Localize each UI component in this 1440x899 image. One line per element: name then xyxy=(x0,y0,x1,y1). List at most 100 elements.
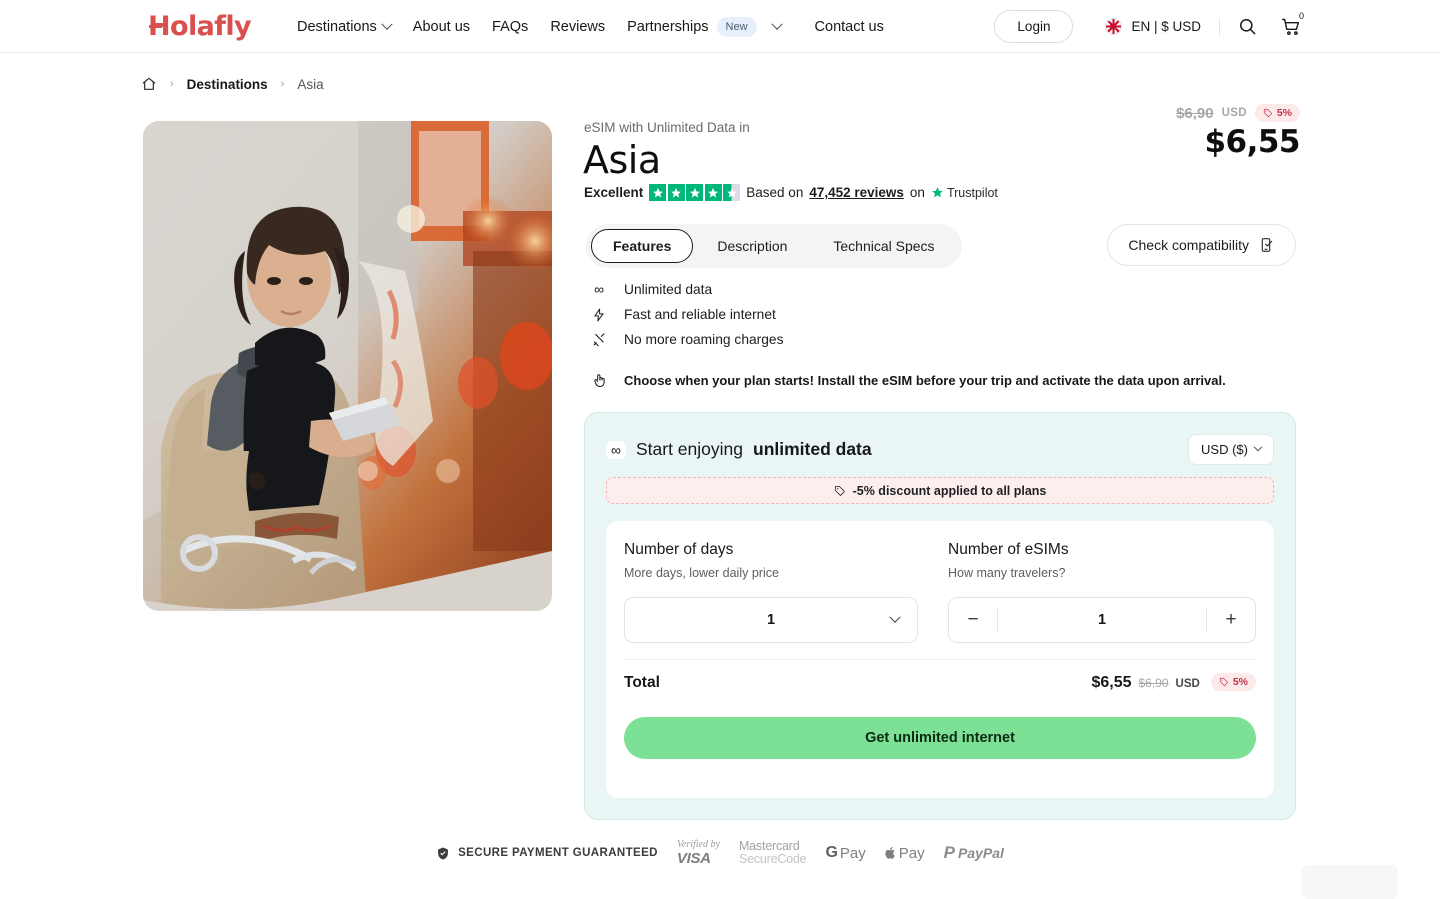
esims-increment-button[interactable]: + xyxy=(1207,598,1255,642)
price-block: $6,90 USD 5% $6,55 xyxy=(1176,104,1300,160)
hero-illustration xyxy=(143,121,552,609)
nav-label: Partnerships xyxy=(627,18,709,35)
paypal-p-letter: P xyxy=(943,843,955,863)
nav-item-reviews[interactable]: Reviews xyxy=(550,19,605,35)
shield-check-icon xyxy=(438,847,449,860)
currency-selector[interactable]: USD ($) xyxy=(1188,434,1274,465)
days-value: 1 xyxy=(766,612,776,628)
new-badge: New xyxy=(716,16,757,37)
header-divider xyxy=(1219,17,1220,36)
breadcrumb-item-destinations[interactable]: Destinations xyxy=(187,77,268,92)
destination-hero-image xyxy=(143,121,552,611)
total-old-price: $6,90 xyxy=(1138,676,1169,690)
price-currency: USD xyxy=(1221,107,1247,119)
total-currency: USD xyxy=(1175,678,1200,690)
purchase-heading-strong: unlimited data xyxy=(753,439,872,459)
days-subtitle: More days, lower daily price xyxy=(624,566,779,580)
nav-item-contact-us[interactable]: Contact us xyxy=(815,19,884,35)
chevron-down-icon xyxy=(770,18,783,30)
star-icon xyxy=(686,184,704,201)
infinity-glyph: ∞ xyxy=(611,441,621,458)
plan-start-note: Choose when your plan starts! Install th… xyxy=(590,372,1226,389)
tab-technical-specs[interactable]: Technical Specs xyxy=(811,229,956,263)
feature-row: Fast and reliable internet xyxy=(590,302,784,327)
rating-based-on: Based on xyxy=(746,185,804,200)
total-row: Total $6,55 $6,90 USD 5% xyxy=(624,673,1256,692)
google-pay-logo: G Pay xyxy=(825,844,865,862)
tag-icon xyxy=(1219,677,1228,687)
google-g-letter: G xyxy=(825,844,838,862)
nav-item-about-us[interactable]: About us xyxy=(413,19,470,35)
product-kicker: eSIM with Unlimited Data in xyxy=(584,120,750,135)
days-title: Number of days xyxy=(624,541,734,558)
total-discount-badge: 5% xyxy=(1210,673,1256,691)
days-column: Number of days More days, lower daily pr… xyxy=(624,541,940,643)
nav-item-faqs[interactable]: FAQs xyxy=(492,19,528,35)
nav-item-partnerships[interactable]: Partnerships New xyxy=(627,16,783,37)
plan-start-note-text: Choose when your plan starts! Install th… xyxy=(624,373,1226,388)
check-compatibility-label: Check compatibility xyxy=(1128,237,1249,253)
search-icon[interactable] xyxy=(1238,17,1257,36)
login-button[interactable]: Login xyxy=(994,10,1074,43)
esims-subtitle: How many travelers? xyxy=(948,566,1066,580)
reviews-count-link[interactable]: 47,452 reviews xyxy=(809,185,904,200)
bolt-icon xyxy=(590,307,608,323)
trustpilot-star-icon xyxy=(932,187,943,198)
total-values: $6,55 $6,90 USD 5% xyxy=(1091,673,1256,692)
breadcrumb-separator: › xyxy=(280,78,285,90)
purchase-heading: ∞ Start enjoying unlimited data xyxy=(606,439,872,460)
esims-title: Number of eSIMs xyxy=(948,541,1069,558)
check-compatibility-button[interactable]: Check compatibility xyxy=(1107,224,1296,266)
cart-icon[interactable]: 0 xyxy=(1281,11,1304,37)
payment-methods-bar: SECURE PAYMENT GUARANTEED Verified by VI… xyxy=(0,839,1440,867)
secure-payment-text: SECURE PAYMENT GUARANTEED xyxy=(458,847,658,860)
promo-text: -5% discount applied to all plans xyxy=(852,483,1047,498)
tap-hand-icon xyxy=(590,372,608,389)
esims-column: Number of eSIMs How many travelers? − 1 … xyxy=(940,541,1256,643)
feature-row: No more roaming charges xyxy=(590,327,784,352)
esims-stepper: − 1 + xyxy=(948,597,1256,643)
breadcrumb: › Destinations › Asia xyxy=(141,76,324,92)
apple-icon xyxy=(885,847,895,859)
discount-value: 5% xyxy=(1276,107,1292,119)
days-select[interactable]: 1 xyxy=(624,597,918,643)
rating-word: Excellent xyxy=(584,185,644,200)
infinity-icon: ∞ xyxy=(606,440,626,459)
total-price: $6,55 xyxy=(1091,674,1132,691)
get-unlimited-internet-button[interactable]: Get unlimited internet xyxy=(624,717,1256,759)
trustpilot-logo[interactable]: Trustpilot xyxy=(931,186,998,200)
promo-banner: -5% discount applied to all plans xyxy=(606,477,1274,504)
phone-check-icon xyxy=(1261,238,1273,252)
features-list: ∞ Unlimited data Fast and reliable inter… xyxy=(590,277,784,352)
google-pay-text: Pay xyxy=(839,844,866,862)
star-icon xyxy=(649,184,667,201)
nav-label: Destinations xyxy=(297,18,377,35)
secure-payment-label: SECURE PAYMENT GUARANTEED xyxy=(436,846,658,861)
nav-label: About us xyxy=(412,18,471,35)
esims-decrement-button[interactable]: − xyxy=(949,598,997,642)
uk-flag-icon[interactable] xyxy=(1105,18,1123,35)
star-half-icon xyxy=(723,184,741,201)
home-icon[interactable] xyxy=(141,76,157,92)
tab-features[interactable]: Features xyxy=(591,229,694,263)
logo-text: Holafly xyxy=(148,11,252,42)
total-discount-value: 5% xyxy=(1232,676,1248,688)
nav-item-destinations[interactable]: Destinations xyxy=(297,18,393,35)
feature-label: No more roaming charges xyxy=(624,332,784,347)
no-roaming-icon xyxy=(590,332,608,347)
chat-widget[interactable] xyxy=(1302,865,1398,899)
securecode-text: SecureCode xyxy=(738,852,807,867)
header-actions: Login EN | $ USD 0 xyxy=(994,0,1304,53)
paypal-logo: P PayPal xyxy=(944,843,1004,863)
visa-text: VISA xyxy=(676,849,711,867)
holafly-logo[interactable]: Holafly xyxy=(148,11,252,42)
cart-count-badge: 0 xyxy=(1298,11,1304,21)
visa-verified-text: Verified by xyxy=(676,839,720,850)
current-price: $6,55 xyxy=(1204,124,1300,160)
purchase-card: ∞ Start enjoying unlimited data USD ($) … xyxy=(584,412,1296,820)
language-currency-selector[interactable]: EN | $ USD xyxy=(1131,19,1201,34)
tab-description[interactable]: Description xyxy=(695,229,809,263)
nav-label: Reviews xyxy=(550,18,606,35)
mastercard-securecode-logo: Mastercard SecureCode xyxy=(738,839,807,867)
purchase-heading-prefix: Start enjoying xyxy=(635,439,743,459)
